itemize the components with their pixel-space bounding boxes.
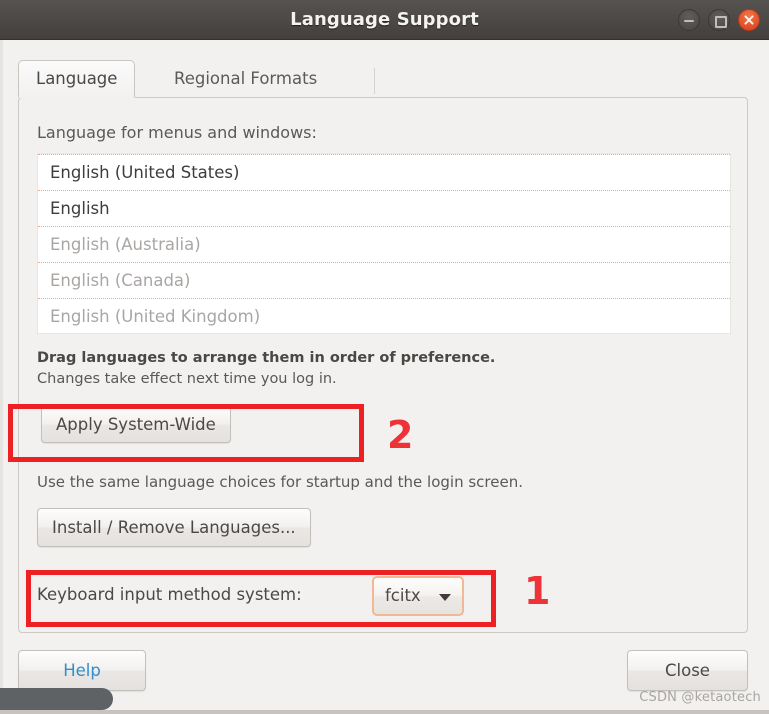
language-support-window: Language Support Language Regional Forma…	[0, 0, 769, 714]
help-button[interactable]: Help	[18, 650, 146, 691]
chevron-down-icon	[439, 594, 451, 601]
close-icon	[739, 10, 759, 30]
close-dialog-button[interactable]: Close	[627, 650, 748, 691]
maximize-icon	[715, 16, 727, 28]
list-item[interactable]: English (United States)	[38, 154, 730, 190]
taskbar-nub	[0, 688, 113, 710]
apply-system-wide-hint: Use the same language choices for startu…	[37, 473, 523, 491]
annotation-number-1: 1	[524, 569, 551, 613]
tab-regional-formats[interactable]: Regional Formats	[156, 60, 335, 98]
list-item[interactable]: English	[38, 190, 730, 226]
annotation-number-2: 2	[387, 413, 414, 457]
minimize-icon	[684, 19, 694, 22]
tab-language[interactable]: Language	[18, 60, 136, 98]
tabstrip: Language Regional Formats	[18, 60, 748, 98]
keyboard-input-method-dropdown[interactable]: fcitx	[372, 576, 464, 616]
drag-languages-hint: Drag languages to arrange them in order …	[37, 350, 496, 366]
minimize-button[interactable]	[678, 9, 700, 31]
language-tab-panel: Language for menus and windows: English …	[18, 97, 748, 633]
keyboard-input-method-value: fcitx	[385, 586, 421, 605]
watermark: CSDN @ketaotech	[639, 690, 761, 705]
tab-separator	[374, 68, 375, 94]
apply-system-wide-button[interactable]: Apply System-Wide	[41, 406, 231, 443]
maximize-button[interactable]	[708, 9, 730, 31]
titlebar[interactable]: Language Support	[0, 0, 769, 40]
close-window-button[interactable]	[738, 9, 760, 31]
list-item[interactable]: English (Canada)	[38, 262, 730, 298]
changes-take-effect-hint: Changes take effect next time you log in…	[37, 371, 337, 387]
language-list-label: Language for menus and windows:	[37, 123, 317, 142]
window-left-edge	[0, 40, 3, 710]
bottom-strip	[0, 710, 769, 714]
install-remove-languages-button[interactable]: Install / Remove Languages...	[37, 508, 311, 547]
language-list[interactable]: English (United States) English English …	[37, 153, 731, 334]
window-title: Language Support	[290, 9, 479, 30]
keyboard-input-method-label: Keyboard input method system:	[37, 585, 302, 604]
list-item[interactable]: English (Australia)	[38, 226, 730, 262]
list-item[interactable]: English (United Kingdom)	[38, 298, 730, 333]
